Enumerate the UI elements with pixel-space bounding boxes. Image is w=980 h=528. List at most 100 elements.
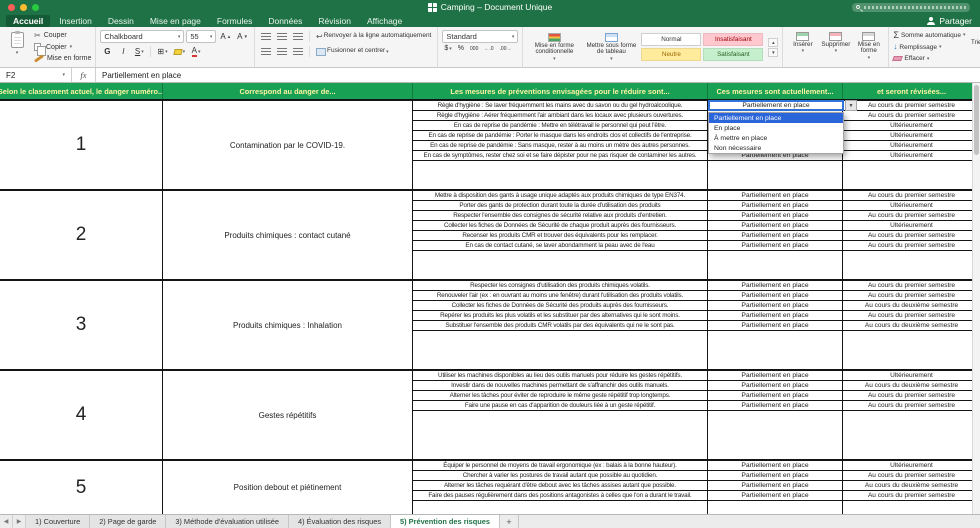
measure-cell[interactable]: En cas de reprise de pandémie : Sans mas… [413,141,708,150]
format-cells-button[interactable]: Mise en forme ▾ [853,30,884,64]
active-cell-f2[interactable]: Partiellement en place [708,100,844,111]
revision-cell[interactable]: Au cours du premier semestre [843,101,980,110]
cell-style-insatisfaisant[interactable]: Insatisfaisant [703,33,764,46]
revision-cell[interactable]: Ultérieurement [843,121,980,130]
revision-cell[interactable]: Au cours du premier semestre [843,231,980,240]
revision-cell[interactable]: Ultérieurement [843,151,980,160]
clear-button[interactable]: Effacer ▾ [892,53,965,64]
revision-cell[interactable]: Au cours du premier semestre [843,191,980,200]
measure-cell[interactable]: Repérer les produits les plus volatils e… [413,311,708,320]
danger-number-cell[interactable]: 4 [0,371,163,459]
danger-label-cell[interactable]: Produits chimiques : contact cutané [163,191,413,279]
ribbon-tab-donnees[interactable]: Données [261,15,309,27]
conditional-formatting-button[interactable]: Mise en forme conditionnelle ▾ [527,32,581,62]
status-cell[interactable]: Partiellement en place [708,371,843,380]
sheet-tab-evaluation-des-risques[interactable]: 4) Évaluation des risques [289,515,392,528]
decrease-decimal-button[interactable]: ←.0 [482,46,495,52]
font-name-select[interactable]: Chalkboard ▾ [100,30,185,43]
insert-cells-button[interactable]: Insérer ▾ [787,30,818,64]
format-as-table-button[interactable]: Mettre sous forme de tableau ▾ [584,32,638,62]
merge-center-button[interactable]: Fusionner et centrer ▾ [314,45,391,58]
header-measures[interactable]: Les mesures de préventions envisagées po… [413,83,708,99]
formula-input[interactable]: Partiellement en place [96,68,980,82]
measure-cell[interactable]: Alterner les tâches pour éviter de repro… [413,391,708,400]
danger-number-cell[interactable]: 1 [0,101,163,189]
dropdown-option[interactable]: Non nécessaire [709,143,843,153]
autosum-button[interactable]: Σ Somme automatique ▾ [893,30,965,41]
measure-cell[interactable]: Collecter les fiches de Données de Sécur… [413,221,708,230]
revision-cell[interactable]: Au cours du premier semestre [843,471,980,480]
status-cell[interactable]: Partiellement en place [708,471,843,480]
borders-button[interactable]: ⊞ ▾ [155,45,169,58]
sheet-nav-left-button[interactable]: ◀ [0,515,13,528]
ribbon-tab-accueil[interactable]: Accueil [6,14,51,27]
number-format-select[interactable]: Standard ▾ [442,30,519,43]
ribbon-tab-formules[interactable]: Formules [210,15,259,27]
status-cell[interactable]: Partiellement en place [708,391,843,400]
measure-cell[interactable]: Porter des gants de protection durant to… [413,201,708,210]
measure-cell[interactable]: En cas de contact cutané, se laver abond… [413,241,708,250]
status-cell[interactable]: Partiellement en place [708,221,843,230]
header-danger-number[interactable]: Selon le classement actuel, le danger nu… [0,83,163,99]
revision-cell[interactable]: Ultérieurement [843,201,980,210]
ribbon-tab-affichage[interactable]: Affichage [360,15,409,27]
measure-cell[interactable]: Alterner les tâches requérant d'être deb… [413,481,708,490]
status-cell[interactable]: Partiellement en place [708,381,843,390]
revision-cell[interactable]: Au cours du premier semestre [843,311,980,320]
header-status[interactable]: Ces mesures sont actuellement... [708,83,843,99]
status-cell[interactable]: Partiellement en place [708,211,843,220]
fill-button[interactable]: ↓ Remplissage ▾ [893,42,965,53]
fill-color-button[interactable]: ▾ [172,45,188,58]
header-revision[interactable]: et seront révisées... [843,83,980,99]
measure-cell[interactable]: Recenser les produits CMR et trouver des… [413,231,708,240]
status-cell[interactable]: Partiellement en place [708,301,843,310]
measure-cell[interactable]: En cas de symptômes, rester chez soi et … [413,151,708,160]
measure-cell[interactable]: En cas de reprise de pandémie : Porter l… [413,131,708,140]
underline-button[interactable]: S ▾ [132,45,146,58]
styles-gallery-up-button[interactable]: ▲ [768,37,779,47]
thousands-format-button[interactable]: 000 [468,46,480,52]
revision-cell[interactable]: Au cours du deuxième semestre [843,321,980,330]
measure-cell[interactable]: Équiper le personnel de moyens de travai… [413,461,708,470]
format-painter-button[interactable]: Mise en forme [34,53,91,64]
align-top-button[interactable] [259,30,273,43]
sheet-tab-methode-evaluation[interactable]: 3) Méthode d'évaluation utilisée [166,515,290,528]
ribbon-tab-dessin[interactable]: Dessin [101,15,141,27]
revision-cell[interactable]: Au cours du deuxième semestre [843,481,980,490]
font-size-select[interactable]: 55 ▾ [186,30,217,43]
cell-style-neutre[interactable]: Neutre [641,48,702,61]
status-cell[interactable]: Partiellement en place [708,491,843,500]
status-cell[interactable]: Partiellement en place [708,401,843,410]
align-left-button[interactable] [259,45,273,58]
measure-cell[interactable]: En cas de reprise de pandémie : Mettre e… [413,121,708,130]
zoom-window-button[interactable] [32,3,39,11]
revision-cell[interactable]: Ultérieurement [843,221,980,230]
increase-decimal-button[interactable]: .00→ [498,46,514,52]
align-right-button[interactable] [291,45,305,58]
measure-cell[interactable]: Collecter les fiches de Données de Sécur… [413,301,708,310]
name-box[interactable]: F2 ▾ [0,68,72,82]
cut-button[interactable]: ✂ Couper [34,30,91,41]
measure-cell[interactable]: Substituer l'ensemble des produits CMR v… [413,321,708,330]
measure-cell[interactable]: Règle d'hygiène : Aérer fréquemment l'ai… [413,111,708,120]
measure-cell[interactable]: Faire une pause en cas d'apparition de d… [413,401,708,410]
revision-cell[interactable]: Au cours du deuxième semestre [843,381,980,390]
revision-cell[interactable]: Ultérieurement [843,131,980,140]
status-cell[interactable]: Partiellement en place [708,311,843,320]
danger-label-cell[interactable]: Produits chimiques : Inhalation [163,281,413,369]
ribbon-tab-revision[interactable]: Révision [311,15,358,27]
font-color-button[interactable]: A ▾ [189,45,203,58]
measure-cell[interactable]: Chercher à varier les postures de travai… [413,471,708,480]
measure-cell[interactable]: Faire des pauses régulièrement dans des … [413,491,708,500]
status-cell[interactable]: Partiellement en place [708,231,843,240]
measure-cell[interactable]: Respecter les consignes d'utilisation de… [413,281,708,290]
status-cell[interactable]: Partiellement en place [708,321,843,330]
danger-number-cell[interactable]: 3 [0,281,163,369]
close-window-button[interactable] [8,3,15,11]
measure-cell[interactable]: Règle d'hygiène : Se laver fréquemment l… [413,101,708,110]
increase-font-button[interactable]: A ▲ [218,30,233,43]
danger-number-cell[interactable]: 5 [0,461,163,514]
align-bottom-button[interactable] [291,30,305,43]
minimize-window-button[interactable] [20,3,27,11]
revision-cell[interactable]: Ultérieurement [843,461,980,470]
